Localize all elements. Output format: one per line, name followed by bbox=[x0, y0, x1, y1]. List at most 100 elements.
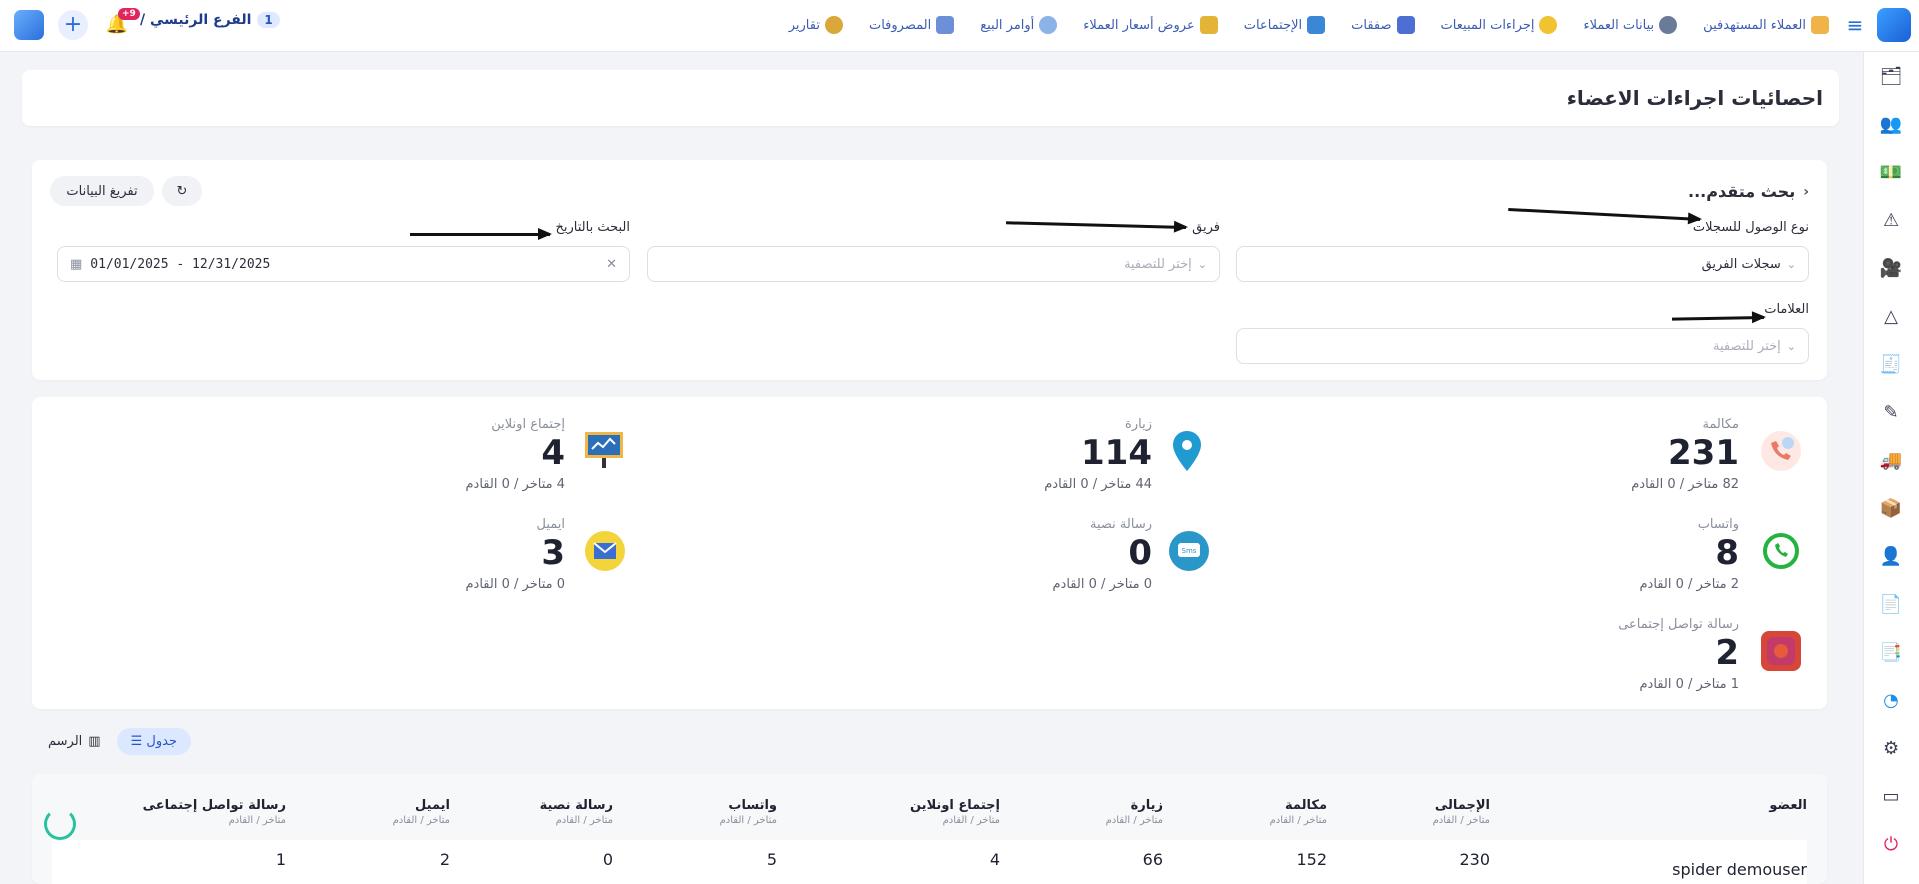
date-label: البحث بالتاريخ bbox=[555, 220, 631, 235]
nav-label: المصروفات bbox=[868, 17, 932, 33]
stat-email: ايميل 3 0 متاخر / 0 القادم bbox=[345, 517, 566, 607]
nav-item-customer-data[interactable]: بيانات العملاء bbox=[1583, 16, 1678, 34]
triangle-icon[interactable]: △ bbox=[1863, 292, 1919, 340]
nav-item-reports[interactable]: تقارير bbox=[789, 16, 843, 34]
nav-item-quotes[interactable]: عروض أسعار العملاء bbox=[1083, 16, 1218, 34]
stat-online-meetings: إجتماع اونلاين 4 4 متاخر / 0 القادم bbox=[345, 417, 566, 507]
top-bar: ≡ العملاء المستهدفين بيانات العملاء إجرا… bbox=[0, 0, 1919, 52]
invoice-icon[interactable]: 🧾 bbox=[1863, 340, 1919, 388]
date-range-input[interactable]: ▦ 01/01/2025 - 12/31/2025 ✕ bbox=[57, 246, 630, 282]
nav-label: أوامر البيع bbox=[980, 17, 1035, 33]
sms-icon: Sms bbox=[1169, 531, 1209, 571]
notification-badge: 9+ bbox=[118, 8, 140, 20]
power-icon[interactable]: ⏻ bbox=[1863, 820, 1919, 868]
stat-label: رسالة نصية bbox=[1090, 517, 1152, 532]
location-pin-icon bbox=[1167, 429, 1207, 471]
cell-calls: 152 bbox=[1296, 850, 1327, 869]
list-icon: ☰ bbox=[130, 734, 143, 749]
nav-item-target-customers[interactable]: العملاء المستهدفين bbox=[1703, 16, 1829, 34]
access-type-select[interactable]: ⌄ سجلات الفريق bbox=[1236, 246, 1809, 282]
stat-label: زيارة bbox=[1125, 417, 1152, 432]
expenses-icon bbox=[936, 16, 955, 34]
stat-sub: 1 متاخر / 0 القادم bbox=[1639, 677, 1740, 692]
column-header[interactable]: رسالة نصية متاخر / القادم bbox=[540, 798, 613, 826]
page-title: احصائيات اجراءات الاعضاء bbox=[1566, 86, 1823, 110]
document-add-icon[interactable]: 📄 bbox=[1863, 580, 1919, 628]
statistics-icon[interactable]: ◔ bbox=[1863, 676, 1919, 724]
column-header[interactable]: الإجمالى متاخر / القادم bbox=[1433, 798, 1490, 826]
nav-label: تقارير bbox=[788, 17, 820, 33]
nav-item-meetings[interactable]: الإجتماعات bbox=[1243, 16, 1326, 34]
stat-sub: 0 متاخر / 0 القادم bbox=[1052, 577, 1153, 592]
loading-spinner-icon bbox=[44, 808, 76, 840]
boxes-icon[interactable]: 📦 bbox=[1863, 484, 1919, 532]
team-icon[interactable]: 👥 bbox=[1863, 100, 1919, 148]
column-header[interactable]: مكالمة متاخر / القادم bbox=[1270, 798, 1327, 826]
chart-label: الرسم bbox=[48, 734, 83, 749]
stat-value: 114 bbox=[1081, 433, 1152, 473]
clients-icon[interactable]: 🗂 bbox=[1863, 52, 1919, 100]
nav-label: العملاء المستهدفين bbox=[1703, 17, 1806, 33]
table-header: العضو الإجمالى متاخر / القادم مكالمة متا… bbox=[32, 774, 1827, 838]
gear-icon[interactable]: ⚙ bbox=[1863, 724, 1919, 772]
menu-icon[interactable]: ≡ bbox=[1843, 13, 1867, 37]
sidebar: 🗂 👥 💵 ⚠ 🎥 △ 🧾 ✎ 🚚 📦 👤 📄 📑 ◔ ⚙ ▭ ⏻ bbox=[1863, 52, 1919, 884]
nav-item-deals[interactable]: صفقات bbox=[1351, 16, 1415, 34]
clear-date-icon[interactable]: ✕ bbox=[606, 257, 617, 272]
stat-sub: 44 متاخر / 0 القادم bbox=[1044, 477, 1152, 492]
table-view-button[interactable]: ☰ جدول bbox=[116, 728, 191, 755]
nav-label: بيانات العملاء bbox=[1583, 17, 1655, 33]
nav-item-sales-orders[interactable]: أوامر البيع bbox=[980, 16, 1058, 34]
advanced-search-label: بحث متقدم... bbox=[1688, 182, 1796, 201]
stat-calls: مكالمة 231 82 متاخر / 0 القادم bbox=[1519, 417, 1739, 507]
advanced-search-toggle[interactable]: ‹ بحث متقدم... bbox=[1688, 182, 1809, 201]
video-icon[interactable]: 🎥 bbox=[1863, 244, 1919, 292]
window-icon[interactable]: ▭ bbox=[1863, 772, 1919, 820]
team-label: فريق bbox=[1192, 220, 1220, 235]
stat-label: مكالمة bbox=[1702, 417, 1739, 432]
sales-orders-icon bbox=[1039, 16, 1058, 34]
tags-select[interactable]: ⌄ إختر للتصفية bbox=[1236, 328, 1809, 364]
secondary-logo-icon[interactable] bbox=[14, 10, 44, 40]
sales-actions-icon bbox=[1539, 16, 1558, 34]
pen-icon[interactable]: ✎ bbox=[1863, 388, 1919, 436]
nav-item-sales-actions[interactable]: إجراءات المبيعات bbox=[1441, 16, 1558, 34]
cash-icon[interactable]: 💵 bbox=[1863, 148, 1919, 196]
branch-name: الفرع الرئيسي / bbox=[140, 12, 252, 28]
column-header[interactable]: واتساب متاخر / القادم bbox=[720, 798, 777, 826]
stat-sub: 2 متاخر / 0 القادم bbox=[1639, 577, 1740, 592]
stat-value: 2 bbox=[1715, 633, 1739, 673]
table-label: جدول bbox=[146, 734, 177, 749]
chart-view-button[interactable]: الرسم ▥ bbox=[48, 734, 101, 749]
nav-label: إجراءات المبيعات bbox=[1440, 17, 1535, 33]
stat-label: إجتماع اونلاين bbox=[491, 417, 565, 432]
date-range-value: 01/01/2025 - 12/31/2025 bbox=[90, 256, 271, 272]
truck-icon[interactable]: 🚚 bbox=[1863, 436, 1919, 484]
column-header[interactable]: رسالة تواصل إجتماعى متاخر / القادم bbox=[143, 798, 286, 826]
document-check-icon[interactable]: 📑 bbox=[1863, 628, 1919, 676]
clear-data-button[interactable]: تفريغ البيانات bbox=[50, 176, 154, 206]
cell-whatsapp: 5 bbox=[766, 850, 777, 869]
column-header[interactable]: إجتماع اونلاين متاخر / القادم bbox=[910, 798, 1000, 826]
add-button[interactable]: + bbox=[58, 10, 88, 40]
stat-sub: 0 متاخر / 0 القادم bbox=[465, 577, 566, 592]
column-header[interactable]: العضو bbox=[1769, 798, 1807, 813]
team-select[interactable]: ⌄ إختر للتصفية bbox=[647, 246, 1220, 282]
warning-icon[interactable]: ⚠ bbox=[1863, 196, 1919, 244]
email-icon bbox=[585, 531, 625, 571]
chevron-down-icon: ⌄ bbox=[1786, 257, 1796, 271]
nav-label: صفقات bbox=[1351, 17, 1392, 33]
nav-item-expenses[interactable]: المصروفات bbox=[868, 16, 955, 34]
cell-total: 230 bbox=[1459, 850, 1490, 869]
branch-selector[interactable]: 1 الفرع الرئيسي / bbox=[140, 12, 280, 28]
table-row[interactable]: spider demouser 230 152 66 4 5 0 2 1 bbox=[52, 840, 1807, 884]
refresh-button[interactable]: ↻ bbox=[162, 176, 202, 206]
annotation-arrow bbox=[410, 228, 552, 240]
app-logo[interactable] bbox=[1877, 8, 1911, 42]
column-header[interactable]: ايميل متاخر / القادم bbox=[393, 798, 450, 826]
cell-email: 2 bbox=[439, 850, 450, 869]
nav-label: الإجتماعات bbox=[1243, 17, 1303, 33]
column-header[interactable]: زيارة متاخر / القادم bbox=[1106, 798, 1163, 826]
chevron-down-icon: ⌄ bbox=[1786, 339, 1796, 353]
user-settings-icon[interactable]: 👤 bbox=[1863, 532, 1919, 580]
